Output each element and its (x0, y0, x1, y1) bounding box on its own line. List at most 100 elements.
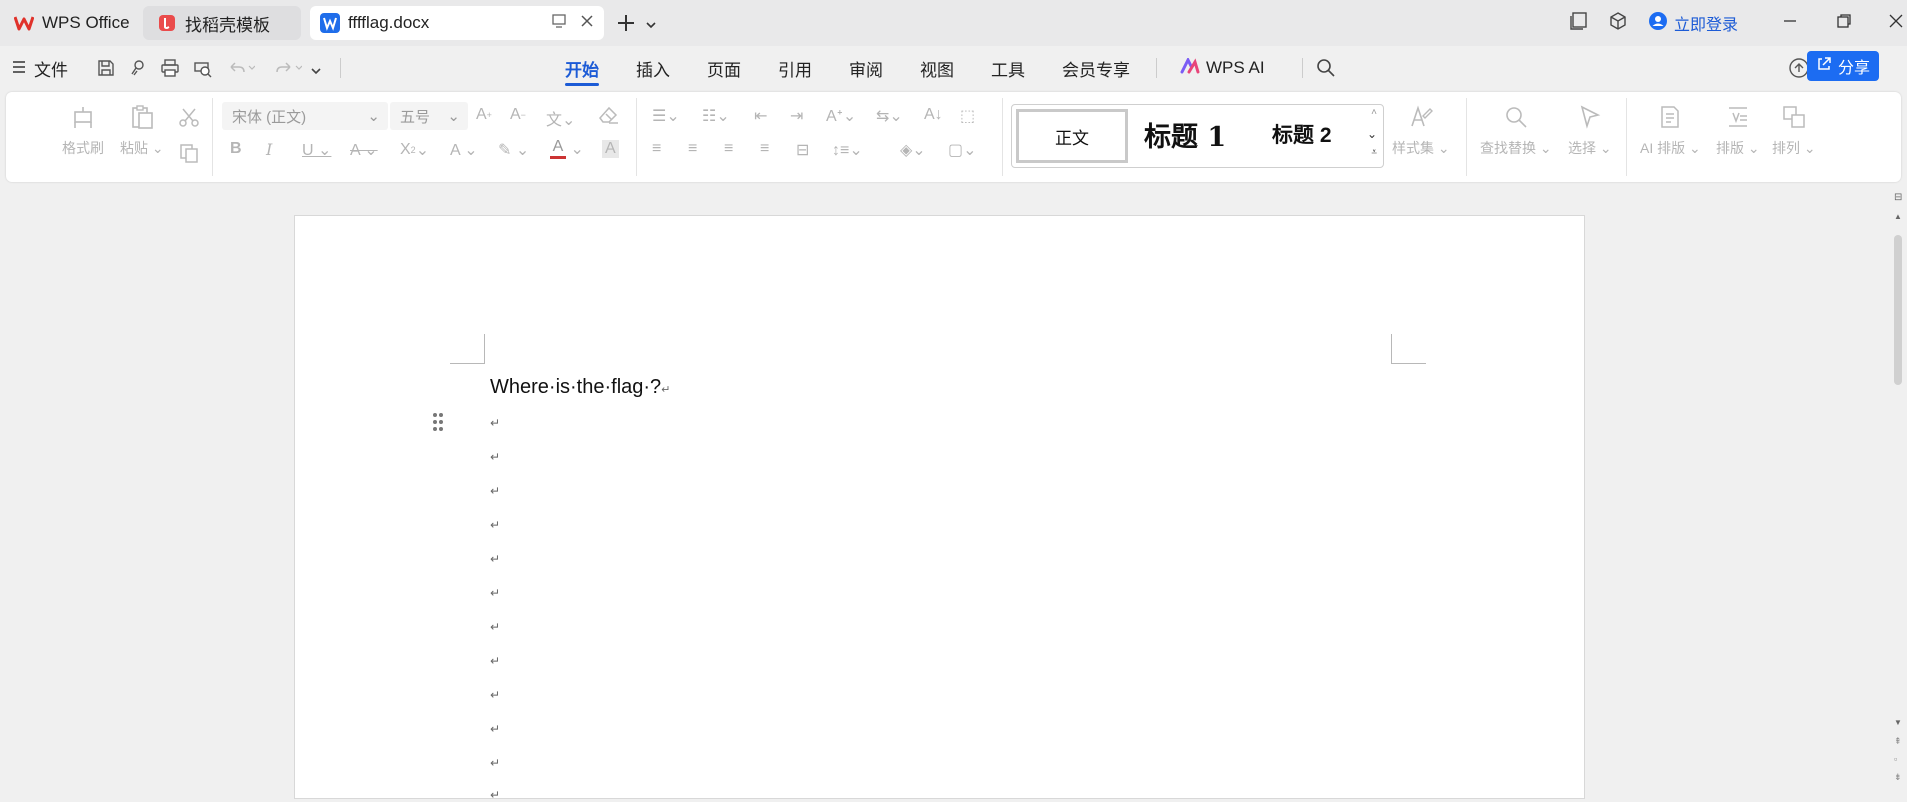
style-heading-1[interactable]: 标题 1 (1144, 115, 1226, 154)
save-icon[interactable] (96, 58, 116, 83)
tab-view[interactable]: 视图 (920, 46, 954, 90)
login-link[interactable]: 立即登录 (1674, 11, 1738, 35)
paragraph-mark: ↵ (661, 384, 671, 396)
font-color-icon[interactable]: A ⌄ (550, 138, 584, 159)
shading-icon[interactable]: ◈⌄ (900, 140, 926, 160)
increase-indent-icon[interactable]: ⇥ (790, 106, 803, 126)
clear-format-icon[interactable] (598, 104, 620, 126)
decrease-indent-icon[interactable]: ⇤ (754, 106, 767, 126)
ruler-toggle-icon[interactable]: ⊟ (1894, 192, 1902, 203)
minimize-icon[interactable] (1782, 13, 1798, 34)
line-spacing-icon[interactable]: ↕≡⌄ (832, 140, 863, 160)
bold-icon[interactable]: B (230, 140, 242, 158)
font-name-select[interactable]: 宋体 (正文) ⌄ (222, 102, 388, 130)
grow-font-icon[interactable]: A + (476, 106, 492, 124)
window-switch-icon[interactable] (1570, 11, 1588, 35)
tab-review[interactable]: 审阅 (849, 46, 883, 90)
align-right-icon[interactable]: ≡ (724, 140, 733, 158)
arrange-label: 排列 ⌄ (1772, 140, 1816, 156)
text-effect-icon[interactable]: A ⌄ (450, 140, 478, 160)
vertical-scrollbar[interactable]: ▲ ▼ ⇞ ▫ ⇟ (1889, 190, 1907, 799)
style-heading-2[interactable]: 标题 2 (1272, 119, 1332, 149)
borders-icon[interactable]: ▢⌄ (948, 140, 977, 160)
tab-list-chevron-icon[interactable] (645, 17, 657, 35)
arrange-icon (1779, 102, 1809, 132)
document-text[interactable]: Where·is·the·flag·?↵ (490, 376, 670, 399)
style-expand-icon[interactable]: ⩡ (1371, 147, 1377, 158)
format-painter-label: 格式刷 (62, 140, 104, 156)
print-icon[interactable] (160, 58, 180, 83)
wps-ai-button[interactable]: WPS AI (1180, 46, 1265, 90)
phonetic-icon[interactable]: 文⌄ (546, 106, 575, 130)
close-tab-icon[interactable] (580, 14, 594, 33)
bullet-list-icon[interactable]: ☰⌄ (652, 106, 680, 126)
format-painter-icon (68, 102, 98, 132)
drag-handle-icon[interactable] (432, 412, 444, 437)
scroll-up-icon[interactable]: ▲ (1894, 212, 1902, 221)
paragraph-mark: ↵ (490, 450, 501, 464)
shrink-font-icon[interactable]: A − (510, 106, 526, 124)
share-button[interactable]: 分享 (1807, 51, 1879, 81)
file-menu[interactable]: 文件 (12, 46, 68, 90)
style-scroll-down-icon[interactable]: ⌄ (1367, 127, 1377, 141)
restore-tab-icon[interactable] (552, 13, 568, 33)
format-painter-button[interactable]: 格式刷 (62, 102, 104, 158)
style-normal[interactable]: 正文 (1016, 109, 1128, 163)
copy-icon[interactable] (178, 142, 200, 164)
italic-icon[interactable]: I (266, 140, 272, 159)
next-page-icon[interactable]: ⇟ (1894, 772, 1902, 783)
sort-icon[interactable]: A↓ (924, 106, 943, 124)
layout-button[interactable]: 排版 ⌄ (1716, 102, 1760, 158)
find-replace-button[interactable]: 查找替换 ⌄ (1480, 102, 1552, 158)
select-button[interactable]: 选择 ⌄ (1568, 102, 1612, 158)
quick-access-chevron-icon[interactable] (310, 63, 322, 81)
undo-icon[interactable] (227, 59, 256, 82)
ai-layout-button[interactable]: AI 排版 ⌄ (1640, 102, 1701, 158)
highlight-icon[interactable]: ✎ ⌄ (498, 140, 529, 160)
tab-home[interactable]: 开始 (565, 46, 599, 90)
tab-tools[interactable]: 工具 (991, 46, 1025, 90)
share-link-icon[interactable] (128, 58, 148, 83)
paste-button[interactable]: 粘贴 ⌄ (120, 102, 164, 158)
tab-member[interactable]: 会员专享 (1062, 46, 1130, 90)
tab-template[interactable]: 找稻壳模板 (143, 6, 301, 40)
paragraph-mark: ↵ (490, 484, 501, 498)
cut-icon[interactable] (178, 106, 200, 128)
scroll-thumb[interactable] (1894, 235, 1902, 385)
print-preview-icon[interactable] (192, 58, 212, 83)
underline-icon[interactable]: U ⌄ (302, 140, 331, 160)
show-marks-icon[interactable]: ⬚ (960, 106, 975, 126)
tab-wps-office[interactable]: WPS Office (6, 6, 138, 40)
tab-page[interactable]: 页面 (707, 46, 741, 90)
text-direction-icon[interactable]: Aᐩ⌄ (826, 106, 856, 126)
distribute-icon[interactable]: ⊟ (796, 140, 809, 160)
align-left-icon[interactable]: ≡ (652, 140, 661, 158)
search-icon[interactable] (1316, 58, 1336, 83)
prev-page-icon[interactable]: ⇞ (1894, 736, 1902, 747)
tab-document[interactable]: fffflag.docx (310, 6, 604, 40)
tab-insert[interactable]: 插入 (636, 46, 670, 90)
select-browse-icon[interactable]: ▫ (1894, 754, 1897, 764)
justify-icon[interactable]: ≡ (760, 140, 769, 158)
numbered-list-icon[interactable]: ☷⌄ (702, 106, 730, 126)
char-shading-icon[interactable]: A (602, 140, 619, 158)
font-size-select[interactable]: 五号 ⌄ (390, 102, 468, 130)
new-tab-icon[interactable] (616, 13, 636, 38)
line-break-icon[interactable]: ⇆⌄ (876, 106, 903, 126)
strikethrough-icon[interactable]: A ⌄ (350, 140, 378, 160)
restore-window-icon[interactable] (1836, 13, 1852, 34)
cube-icon[interactable] (1608, 11, 1628, 36)
close-window-icon[interactable] (1888, 13, 1904, 34)
align-center-icon[interactable]: ≡ (688, 140, 697, 158)
style-scroll-up-icon[interactable]: ˄ (1371, 107, 1377, 118)
redo-icon[interactable] (274, 59, 303, 82)
scroll-down-icon[interactable]: ▼ (1894, 718, 1902, 727)
arrange-button[interactable]: 排列 ⌄ (1772, 102, 1816, 158)
style-set-button[interactable]: 样式集 ⌄ (1392, 102, 1450, 158)
user-avatar-icon[interactable] (1648, 11, 1668, 36)
style-gallery: 正文 标题 1 标题 2 ˄ ⌄ ⩡ (1011, 104, 1384, 168)
document-page[interactable]: Where·is·the·flag·?↵ ↵ ↵ ↵ ↵ ↵ ↵ ↵ ↵ ↵ ↵… (294, 215, 1585, 802)
crop-mark (1391, 334, 1426, 364)
superscript-icon[interactable]: X2 ⌄ (400, 140, 429, 160)
tab-references[interactable]: 引用 (778, 46, 812, 90)
